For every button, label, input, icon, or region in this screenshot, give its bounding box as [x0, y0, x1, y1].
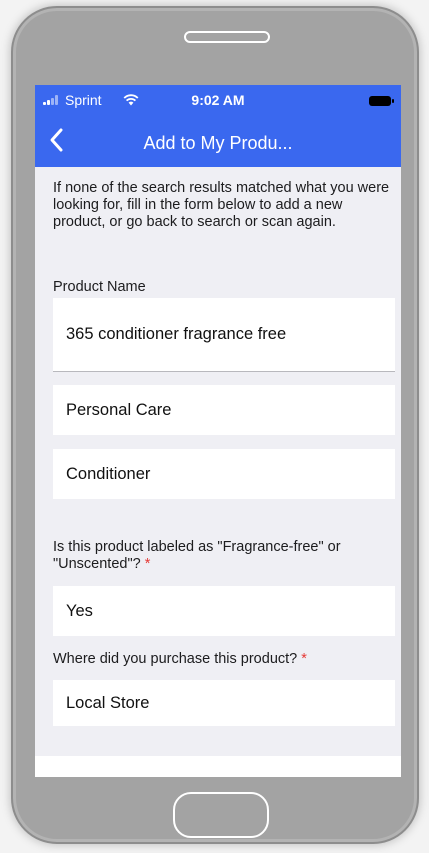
- chevron-left-icon[interactable]: [43, 125, 73, 155]
- product-name-label: Product Name: [53, 279, 146, 295]
- fragrance-free-value: Yes: [66, 601, 93, 620]
- fragrance-question-text: Is this product labeled as "Fragrance-fr…: [53, 539, 341, 572]
- stage: Sprint 9:02 AM Add to My Produ... If non…: [0, 0, 429, 853]
- status-time: 9:02 AM: [191, 92, 245, 108]
- bottom-panel: [35, 756, 401, 777]
- subcategory-value: Conditioner: [66, 464, 151, 483]
- purchase-location-value: Local Store: [66, 693, 150, 712]
- nav-bar: Add to My Produ...: [35, 115, 401, 167]
- status-bar: Sprint 9:02 AM: [35, 85, 401, 115]
- intro-text: If none of the search results matched wh…: [53, 180, 390, 230]
- category-select[interactable]: Personal Care: [53, 385, 395, 435]
- subcategory-select[interactable]: Conditioner: [53, 449, 395, 499]
- purchase-location-select[interactable]: Local Store: [53, 680, 395, 726]
- speaker-slot: [184, 31, 270, 43]
- required-marker: *: [301, 651, 307, 667]
- page-title: Add to My Produ...: [143, 133, 293, 153]
- product-name-value: 365 conditioner fragrance free: [66, 325, 287, 343]
- app-header: Sprint 9:02 AM Add to My Produ...: [35, 85, 401, 167]
- required-marker: *: [144, 556, 151, 572]
- product-name-input[interactable]: 365 conditioner fragrance free: [53, 298, 395, 372]
- home-button[interactable]: [173, 792, 269, 838]
- fragrance-question: Is this product labeled as "Fragrance-fr…: [53, 539, 395, 573]
- battery-icon: [369, 96, 394, 106]
- fragrance-free-select[interactable]: Yes: [53, 586, 395, 636]
- screen: Sprint 9:02 AM Add to My Produ... If non…: [35, 85, 401, 777]
- purchase-question-text: Where did you purchase this product?: [53, 651, 298, 667]
- form-content: If none of the search results matched wh…: [35, 167, 401, 777]
- purchase-question: Where did you purchase this product? *: [53, 651, 395, 667]
- category-value: Personal Care: [66, 400, 172, 419]
